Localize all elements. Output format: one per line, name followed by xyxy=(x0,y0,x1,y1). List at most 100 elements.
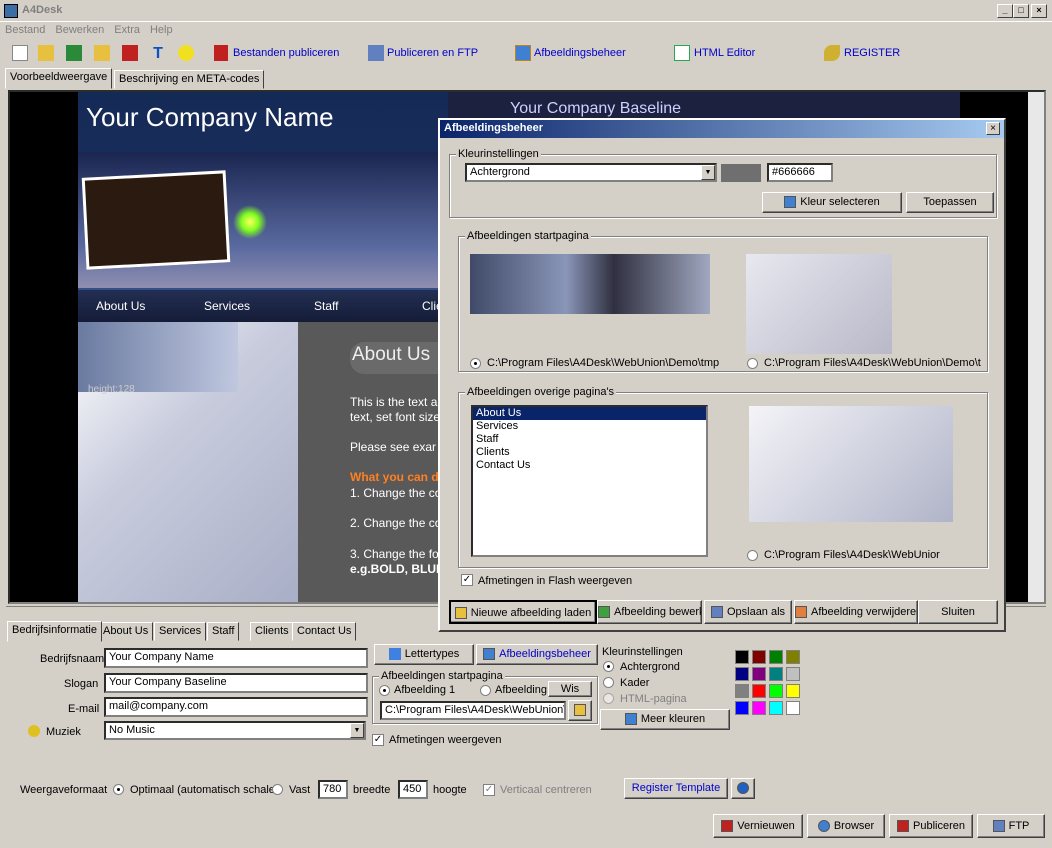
start-image-1[interactable] xyxy=(470,254,710,314)
browser-button[interactable]: Browser xyxy=(807,814,885,838)
color-swatch[interactable] xyxy=(735,701,749,715)
maximize-button[interactable]: □ xyxy=(1013,4,1029,18)
menu-help[interactable]: Help xyxy=(145,22,178,38)
preview-nav-item[interactable]: About Us xyxy=(96,299,145,313)
open-icon[interactable] xyxy=(38,45,54,61)
color-swatch[interactable] xyxy=(752,684,766,698)
edit-icon[interactable] xyxy=(122,45,138,61)
tab-contact-us[interactable]: Contact Us xyxy=(292,622,357,641)
music-select[interactable]: No Music ▼ xyxy=(104,721,366,740)
color-swatch[interactable] xyxy=(786,701,800,715)
publish-ftp-link[interactable]: Publiceren en FTP xyxy=(387,47,478,59)
color-swatch[interactable] xyxy=(735,684,749,698)
publish-button[interactable]: Publiceren xyxy=(889,814,973,838)
color-swatch[interactable] xyxy=(786,650,800,664)
load-image-button[interactable]: Nieuwe afbeelding laden xyxy=(449,600,597,624)
slogan-field[interactable]: Your Company Baseline xyxy=(104,673,368,693)
close-dialog-button[interactable]: Sluiten xyxy=(918,600,998,624)
color-swatch[interactable] xyxy=(752,667,766,681)
center-checkbox[interactable]: ✓ xyxy=(483,784,495,796)
other-image-radio[interactable] xyxy=(747,550,758,561)
new-icon[interactable] xyxy=(12,45,28,61)
width-field[interactable]: 780 xyxy=(318,780,348,799)
other-image[interactable] xyxy=(749,406,953,522)
tab-meta[interactable]: Beschrijving en META-codes xyxy=(114,70,265,89)
frame-radio[interactable] xyxy=(603,677,614,688)
save-as-button[interactable]: Opslaan als xyxy=(704,600,792,624)
preview-nav-item[interactable]: Services xyxy=(204,299,250,313)
html-editor-link[interactable]: HTML Editor xyxy=(694,47,755,59)
start-image-2[interactable] xyxy=(746,254,892,354)
menu-extra[interactable]: Extra xyxy=(109,22,145,38)
publish-files-link[interactable]: Bestanden publiceren xyxy=(233,47,339,59)
chevron-down-icon[interactable]: ▼ xyxy=(350,723,364,738)
font-icon[interactable]: T xyxy=(150,45,166,62)
preview-scrollbar[interactable] xyxy=(1028,92,1044,602)
list-item[interactable]: Contact Us xyxy=(473,459,706,472)
flash-sizes-checkbox[interactable]: ✓ xyxy=(461,574,473,586)
color-swatch[interactable] xyxy=(786,684,800,698)
start-image-1-radio[interactable] xyxy=(470,358,481,369)
bulb-icon[interactable] xyxy=(178,45,194,61)
color-target-select[interactable]: Achtergrond ▼ xyxy=(465,163,717,182)
dialog-close-button[interactable]: × xyxy=(986,122,1000,135)
register-template-button[interactable]: Register Template xyxy=(624,778,728,799)
color-swatch[interactable] xyxy=(769,684,783,698)
sparkle-image xyxy=(230,202,270,242)
list-item[interactable]: Staff xyxy=(473,433,706,446)
chevron-down-icon[interactable]: ▼ xyxy=(701,165,715,180)
show-sizes-checkbox[interactable]: ✓ xyxy=(372,734,384,746)
ftp-button[interactable]: FTP xyxy=(977,814,1045,838)
color-swatch[interactable] xyxy=(786,667,800,681)
list-item[interactable]: Clients xyxy=(473,446,706,459)
start-image-2-radio[interactable] xyxy=(747,358,758,369)
color-swatch[interactable] xyxy=(752,650,766,664)
delete-image-button[interactable]: Afbeelding verwijderen xyxy=(794,600,918,624)
refresh-button[interactable]: Vernieuwen xyxy=(713,814,803,838)
pages-list[interactable]: About Us Services Staff Clients Contact … xyxy=(471,405,708,557)
background-radio[interactable] xyxy=(603,661,614,672)
tab-services[interactable]: Services xyxy=(154,622,207,641)
email-field[interactable]: mail@company.com xyxy=(104,697,368,717)
apply-button[interactable]: Toepassen xyxy=(906,192,994,213)
more-colors-button[interactable]: Meer kleuren xyxy=(600,709,730,730)
color-swatch[interactable] xyxy=(752,701,766,715)
tab-staff[interactable]: Staff xyxy=(207,622,240,641)
edit-image-button[interactable]: Afbeelding bewerk xyxy=(597,600,702,624)
height-field[interactable]: 450 xyxy=(398,780,428,799)
folder-icon[interactable] xyxy=(94,45,110,61)
fixed-radio[interactable] xyxy=(272,784,283,795)
register-link[interactable]: REGISTER xyxy=(844,47,900,59)
company-field[interactable]: Your Company Name xyxy=(104,648,368,668)
help-button[interactable] xyxy=(731,778,755,799)
browse-folder-button[interactable] xyxy=(568,700,592,721)
tab-preview[interactable]: Voorbeeldweergave xyxy=(5,68,113,89)
color-swatch[interactable] xyxy=(769,701,783,715)
color-swatch[interactable] xyxy=(735,650,749,664)
color-hex-field[interactable]: #666666 xyxy=(767,163,833,182)
image2-radio[interactable] xyxy=(480,685,491,696)
html-page-radio[interactable] xyxy=(603,693,614,704)
color-swatch[interactable] xyxy=(769,650,783,664)
image-path-field[interactable]: C:\Program Files\A4Desk\WebUnion\ xyxy=(380,701,566,720)
menu-bewerken[interactable]: Bewerken xyxy=(50,22,109,38)
list-item[interactable]: Services xyxy=(473,420,706,433)
optimal-radio[interactable] xyxy=(113,784,124,795)
wis-button[interactable]: Wis xyxy=(548,681,592,697)
image1-radio[interactable] xyxy=(379,685,390,696)
pick-color-button[interactable]: Kleur selecteren xyxy=(762,192,902,213)
fonts-button[interactable]: Lettertypes xyxy=(374,644,474,665)
list-item[interactable]: About Us xyxy=(473,407,706,420)
color-swatch[interactable] xyxy=(769,667,783,681)
color-swatch[interactable] xyxy=(735,667,749,681)
tab-clients[interactable]: Clients xyxy=(250,622,294,641)
menu-bestand[interactable]: Bestand xyxy=(0,22,50,38)
minimize-button[interactable]: _ xyxy=(997,4,1013,18)
save-icon[interactable] xyxy=(66,45,82,61)
image-manager-link[interactable]: Afbeeldingsbeheer xyxy=(534,47,626,59)
tab-about-us[interactable]: About Us xyxy=(98,622,154,641)
preview-nav-item[interactable]: Staff xyxy=(314,299,338,313)
close-button[interactable]: × xyxy=(1031,4,1047,18)
tab-company-info[interactable]: Bedrijfsinformatie xyxy=(7,621,102,642)
image-manager-button[interactable]: Afbeeldingsbeheer xyxy=(476,644,598,665)
